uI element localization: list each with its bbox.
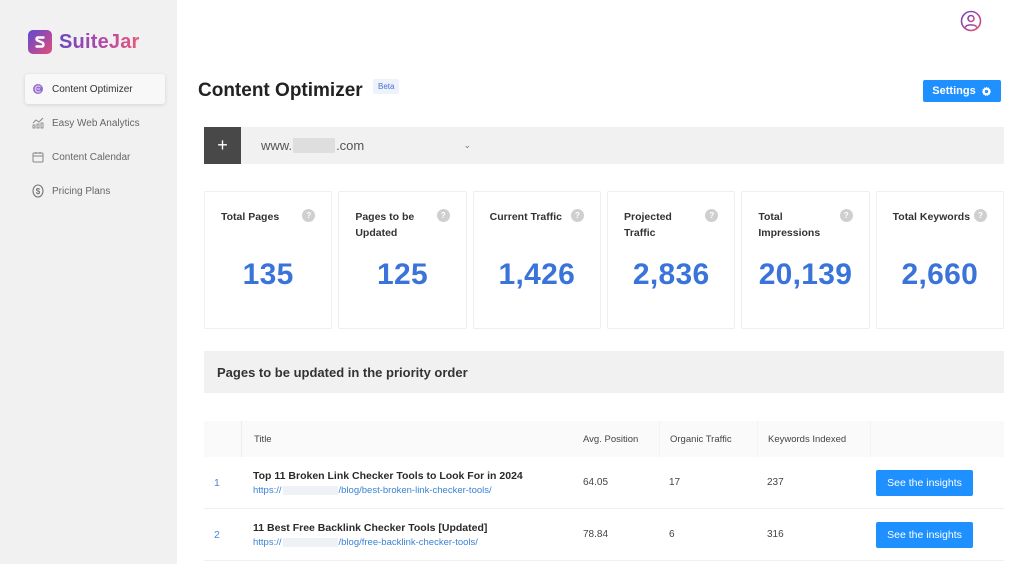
stat-label: Projected Traffic: [623, 211, 672, 239]
beta-badge: Beta: [373, 79, 400, 94]
organic-traffic-cell: 6: [669, 529, 675, 540]
see-insights-button[interactable]: See the insights: [876, 521, 973, 548]
help-icon[interactable]: ?: [570, 209, 584, 222]
sidebar-item-label: Content Calendar: [52, 151, 131, 163]
column-header-organic-traffic[interactable]: Organic Traffic: [659, 421, 757, 457]
url-suffix: /blog/best-broken-link-checker-tools/: [338, 484, 492, 496]
stat-value: 1,426: [498, 258, 576, 291]
sidebar-item-content-optimizer[interactable]: Content Optimizer: [25, 74, 165, 104]
help-icon[interactable]: ?: [302, 209, 316, 222]
keywords-indexed-cell: 237: [767, 477, 784, 488]
table-header: Title Avg. Position Organic Traffic Keyw…: [204, 421, 1004, 457]
pages-table: Title Avg. Position Organic Traffic Keyw…: [204, 421, 1004, 561]
priority-section-header: Pages to be updated in the priority orde…: [204, 351, 1004, 393]
sidebar-item-label: Pricing Plans: [52, 185, 111, 197]
url-prefix: https://: [253, 484, 282, 496]
sidebar-item-content-calendar[interactable]: Content Calendar: [25, 142, 165, 172]
stat-label: Pages to be Updated: [355, 211, 415, 239]
stat-label: Total Keywords: [892, 211, 971, 223]
column-header-avg-position[interactable]: Avg. Position: [573, 421, 659, 457]
app-root: SuiteJar ▲ Content Optimizer Easy Web An…: [0, 0, 1024, 564]
help-icon[interactable]: ?: [705, 209, 719, 222]
row-title-cell: 11 Best Free Backlink Checker Tools [Upd…: [241, 522, 573, 548]
stat-value: 2,660: [901, 258, 979, 291]
table-row: 2 11 Best Free Backlink Checker Tools [U…: [204, 509, 1004, 561]
sidebar-nav: Content Optimizer Easy Web Analytics Con…: [25, 74, 165, 210]
stat-value: 2,836: [632, 258, 710, 291]
help-icon[interactable]: ?: [436, 209, 450, 222]
domain-value: www. .com: [261, 138, 364, 153]
page-title-text: 11 Best Free Backlink Checker Tools [Upd…: [253, 521, 488, 534]
calendar-icon: [32, 151, 44, 163]
stat-value: 125: [377, 258, 428, 291]
stat-card-total-impressions: Total Impressions ? 20,139: [741, 191, 870, 329]
domain-select[interactable]: www. .com ⌄: [241, 127, 471, 164]
page-title: Content Optimizer: [198, 80, 363, 101]
column-header-action: [870, 421, 1004, 457]
sidebar-item-easy-web-analytics[interactable]: Easy Web Analytics: [25, 108, 165, 138]
brand-name: SuiteJar: [59, 30, 140, 53]
svg-text:$: $: [36, 187, 41, 196]
sidebar-item-label: Easy Web Analytics: [52, 117, 140, 129]
redacted-domain: [282, 537, 338, 547]
dollar-icon: $: [32, 184, 44, 198]
help-icon[interactable]: ?: [839, 209, 853, 222]
see-insights-button[interactable]: See the insights: [876, 469, 973, 496]
analytics-icon: [32, 117, 44, 129]
chevron-down-icon: ⌄: [463, 140, 471, 150]
stat-card-current-traffic: Current Traffic ? 1,426: [472, 191, 601, 329]
content-optimizer-icon: [32, 83, 44, 95]
column-header-index: [204, 421, 241, 457]
avg-position-cell: 78.84: [583, 529, 609, 540]
keywords-indexed-cell: 316: [767, 529, 784, 540]
row-number: 1: [214, 476, 220, 489]
gear-icon: [981, 86, 991, 96]
stat-label: Total Impressions: [758, 211, 821, 239]
row-title-cell: Top 11 Broken Link Checker Tools to Look…: [241, 470, 573, 496]
section-title: Pages to be updated in the priority orde…: [217, 364, 468, 380]
help-icon[interactable]: ?: [973, 209, 987, 222]
stat-label: Current Traffic: [489, 211, 563, 223]
column-header-title[interactable]: Title: [241, 421, 573, 457]
stat-card-projected-traffic: Projected Traffic ? 2,836: [606, 191, 736, 329]
page-url-link[interactable]: https:// /blog/free-backlink-checker-too…: [253, 537, 573, 548]
stat-value: 20,139: [758, 258, 853, 291]
domain-bar: + www. .com ⌄: [204, 127, 1004, 164]
url-prefix: https://: [253, 536, 282, 548]
sidebar: SuiteJar ▲ Content Optimizer Easy Web An…: [0, 0, 177, 564]
page-title-text: Top 11 Broken Link Checker Tools to Look…: [253, 469, 523, 482]
avg-position-cell: 64.05: [583, 477, 609, 488]
action-cell: See the insights: [870, 469, 1004, 496]
sidebar-item-label: Content Optimizer: [52, 83, 133, 95]
redacted-domain: [293, 138, 336, 153]
stats-cards: Total Pages ? 135 Pages to be Updated ? …: [204, 191, 1004, 329]
add-domain-button[interactable]: +: [204, 127, 241, 164]
action-cell: See the insights: [870, 521, 1004, 548]
page-url-link[interactable]: https:// /blog/best-broken-link-checker-…: [253, 485, 573, 496]
brand-logo[interactable]: SuiteJar: [28, 30, 140, 54]
stat-card-pages-to-be-updated: Pages to be Updated ? 125: [338, 191, 467, 329]
row-number: 2: [214, 528, 220, 541]
domain-suffix: .com: [336, 138, 365, 153]
stat-card-total-pages: Total Pages ? 135: [204, 191, 333, 329]
logo-icon: [28, 30, 52, 54]
url-suffix: /blog/free-backlink-checker-tools/: [338, 536, 478, 548]
settings-label: Settings: [932, 85, 976, 97]
stat-value: 135: [242, 258, 294, 291]
settings-button[interactable]: Settings: [923, 80, 1001, 102]
sidebar-item-pricing-plans[interactable]: $ Pricing Plans: [25, 176, 165, 206]
stat-label: Total Pages: [221, 211, 280, 223]
table-row: 1 Top 11 Broken Link Checker Tools to Lo…: [204, 457, 1004, 509]
stat-card-total-keywords: Total Keywords ? 2,660: [875, 191, 1004, 329]
column-header-keywords-indexed[interactable]: Keywords Indexed: [757, 421, 870, 457]
organic-traffic-cell: 17: [669, 477, 681, 488]
user-profile-icon[interactable]: [960, 10, 982, 32]
redacted-domain: [282, 485, 338, 495]
domain-prefix: www.: [261, 138, 293, 153]
